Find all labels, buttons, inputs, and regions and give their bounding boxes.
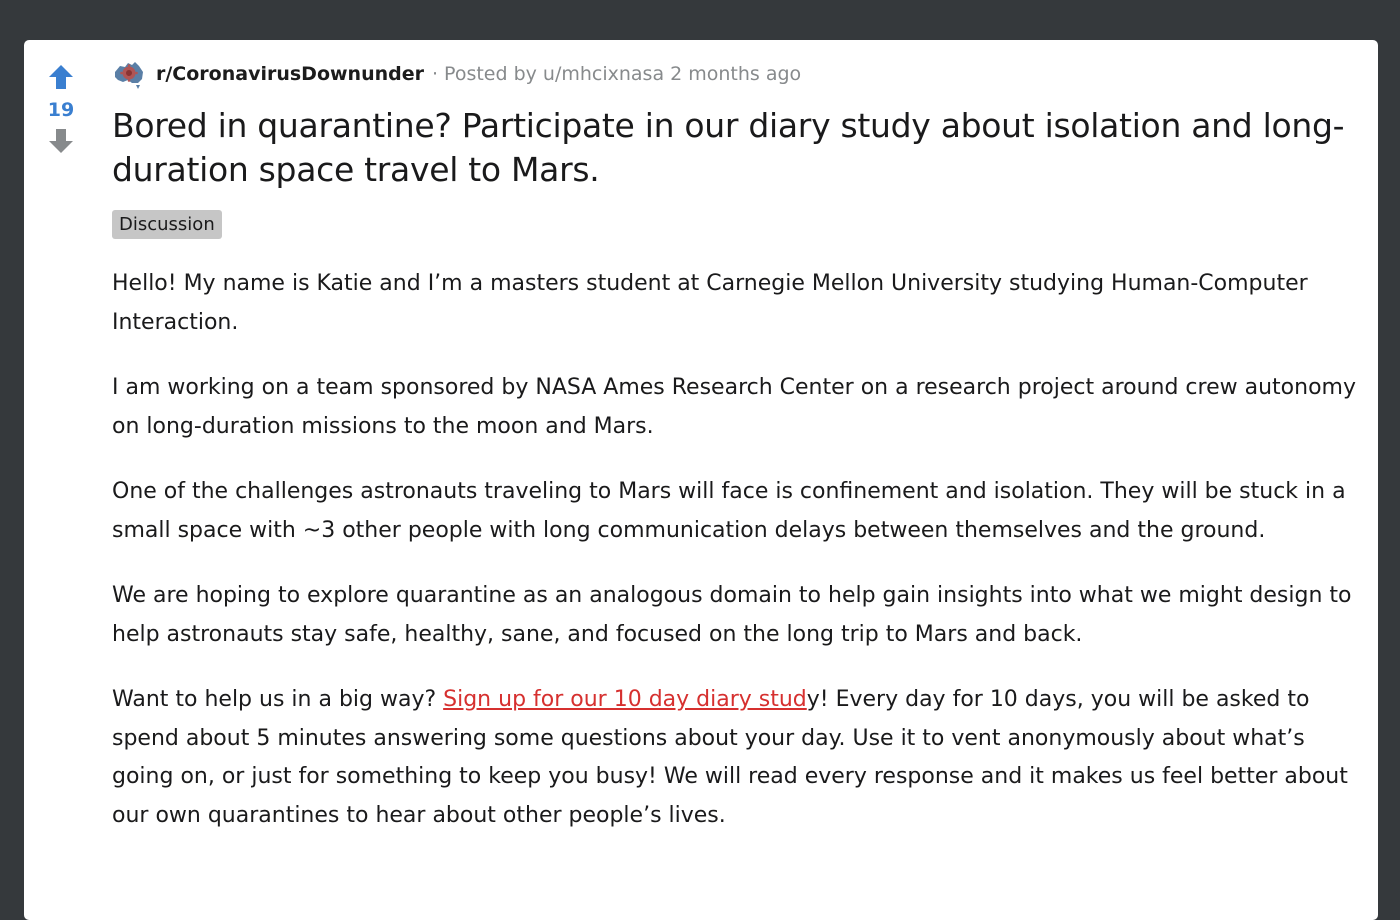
signup-text-before: Want to help us in a big way? bbox=[112, 687, 444, 712]
post-title[interactable]: Bored in quarantine? Participate in our … bbox=[112, 104, 1362, 192]
meta-separator: · bbox=[432, 63, 439, 85]
post-timestamp[interactable]: 2 months ago bbox=[670, 63, 801, 85]
posted-by-label: Posted by bbox=[444, 63, 537, 85]
subreddit-link[interactable]: r/CoronavirusDownunder bbox=[156, 63, 424, 85]
body-paragraph: I am working on a team sponsored by NASA… bbox=[112, 375, 1356, 439]
vote-column: 19 bbox=[46, 62, 76, 156]
downvote-arrow-icon[interactable] bbox=[46, 126, 76, 156]
post-content: r/CoronavirusDownunder · Posted by u/mhc… bbox=[112, 58, 1362, 862]
post-card: 19 r/CoronavirusDownunder · Posted by u/… bbox=[24, 40, 1378, 920]
post-flair[interactable]: Discussion bbox=[112, 210, 222, 239]
body-paragraph-signup: Want to help us in a big way? Sign up fo… bbox=[112, 681, 1362, 835]
body-paragraph: Hello! My name is Katie and I’m a master… bbox=[112, 271, 1308, 335]
vote-score: 19 bbox=[47, 99, 75, 121]
diary-study-signup-link[interactable]: Sign up for our 10 day diary stud bbox=[443, 687, 807, 712]
author-link[interactable]: u/mhcixnasa bbox=[543, 63, 664, 85]
post-meta: r/CoronavirusDownunder · Posted by u/mhc… bbox=[112, 58, 1362, 90]
post-body: Hello! My name is Katie and I’m a master… bbox=[112, 265, 1362, 835]
body-paragraph: One of the challenges astronauts traveli… bbox=[112, 479, 1346, 543]
upvote-arrow-icon[interactable] bbox=[46, 62, 76, 92]
body-paragraph: We are hoping to explore quarantine as a… bbox=[112, 583, 1352, 647]
subreddit-map-icon[interactable] bbox=[112, 58, 146, 90]
